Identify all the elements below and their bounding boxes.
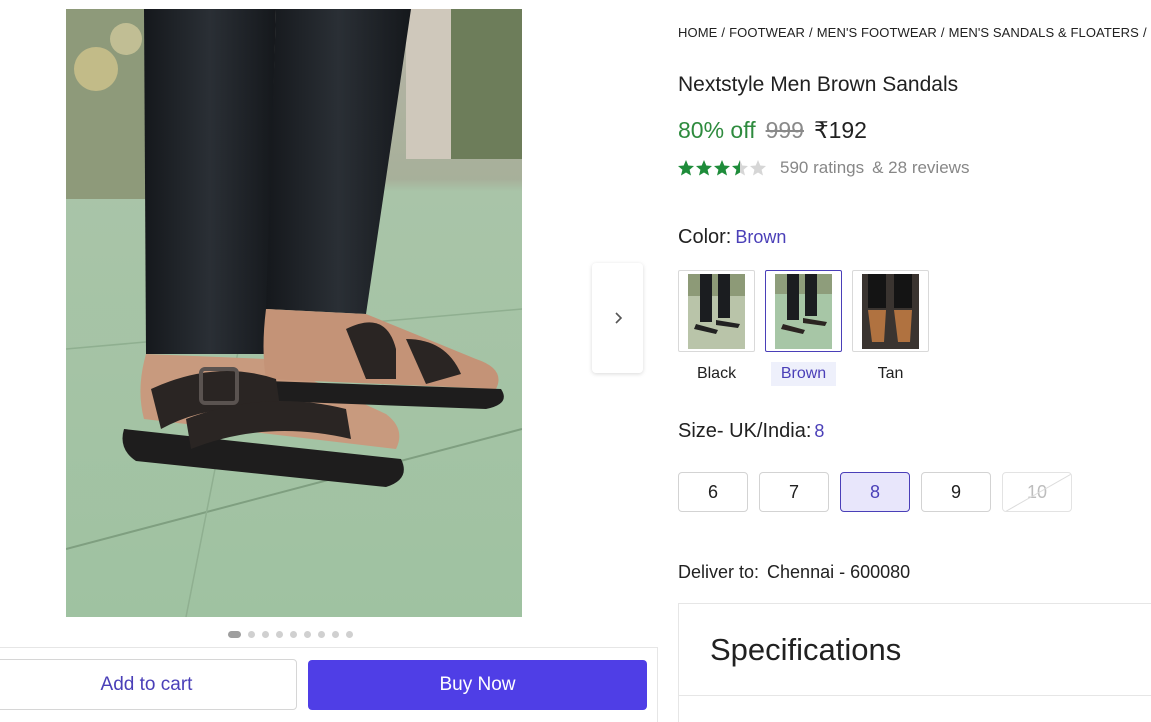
- product-title: Nextstyle Men Brown Sandals: [678, 73, 959, 96]
- color-option-label: Brown: [770, 362, 837, 386]
- selected-size: 8: [814, 421, 825, 441]
- color-option-label: Black: [696, 365, 737, 382]
- unavailable-strike: [1005, 473, 1071, 511]
- chevron-right-icon: [614, 312, 622, 324]
- color-thumbnail[interactable]: [678, 270, 755, 352]
- gallery-pagination: [228, 631, 353, 638]
- color-label-text: Color:: [678, 226, 732, 248]
- gallery-dot[interactable]: [290, 631, 297, 638]
- star-icon: [732, 160, 748, 176]
- star-icon: [750, 160, 766, 176]
- delivery-pincode: Chennai - 600080: [767, 562, 911, 582]
- buy-now-button[interactable]: Buy Now: [308, 660, 647, 710]
- size-label-text: Size- UK/India:: [678, 420, 812, 442]
- breadcrumb: HOME / FOOTWEAR / MEN'S FOOTWEAR / MEN'S SANDA…: [678, 25, 1151, 40]
- sandal-thumbnail-black: [688, 273, 745, 349]
- sandal-thumbnail-brown: [775, 273, 832, 349]
- star-rating: [677, 159, 767, 177]
- star-icon: [696, 160, 712, 176]
- color-selector-label: Color: Brown: [678, 226, 786, 249]
- color-swatches: Black Brown Tan: [678, 270, 929, 386]
- breadcrumb-item[interactable]: FOOTWEAR: [729, 25, 805, 40]
- gallery-dot[interactable]: [262, 631, 269, 638]
- product-photo[interactable]: [66, 9, 522, 617]
- gallery-dot[interactable]: [228, 631, 241, 638]
- color-option-brown[interactable]: Brown: [765, 270, 842, 386]
- breadcrumb-separator: /: [721, 25, 726, 40]
- breadcrumb-separator: /: [809, 25, 813, 40]
- color-option-tan[interactable]: Tan: [852, 270, 929, 386]
- size-option-6[interactable]: 6: [678, 472, 748, 512]
- specifications-title[interactable]: Specifications: [710, 632, 901, 668]
- next-image-button[interactable]: [592, 263, 643, 373]
- color-thumbnail[interactable]: [765, 270, 842, 352]
- breadcrumb-separator: /: [1142, 25, 1147, 40]
- delivery-location[interactable]: Deliver to: Chennai - 600080: [678, 562, 910, 583]
- add-to-cart-button[interactable]: Add to cart: [0, 659, 297, 710]
- size-option-10: 10: [1002, 472, 1072, 512]
- size-options: 6 7 8 9 10: [678, 472, 1072, 512]
- gallery-dot[interactable]: [248, 631, 255, 638]
- gallery-dot[interactable]: [332, 631, 339, 638]
- star-icon: [678, 160, 694, 176]
- reviews-count: & 28 reviews: [872, 158, 970, 177]
- sandal-thumbnail-tan: [862, 273, 919, 349]
- gallery-dot[interactable]: [276, 631, 283, 638]
- selling-price: ₹192: [813, 117, 867, 143]
- breadcrumb-item[interactable]: MEN'S FOOTWEAR: [817, 25, 937, 40]
- deliver-to-label: Deliver to:: [678, 562, 760, 582]
- breadcrumb-separator: /: [940, 25, 945, 40]
- original-price: 999: [765, 117, 804, 143]
- color-option-black[interactable]: Black: [678, 270, 755, 386]
- size-option-7[interactable]: 7: [759, 472, 829, 512]
- star-icon: [714, 160, 730, 176]
- rating-summary[interactable]: 590 ratings & 28 reviews: [677, 158, 969, 178]
- price-row: 80% off 999 ₹192: [678, 117, 867, 144]
- purchase-action-bar: Add to cart Buy Now: [0, 647, 658, 722]
- size-option-8[interactable]: 8: [840, 472, 910, 512]
- ratings-count: 590 ratings: [780, 158, 865, 177]
- gallery-dot[interactable]: [346, 631, 353, 638]
- breadcrumb-item[interactable]: MEN'S SANDALS & FLOATERS: [949, 25, 1139, 40]
- divider: [679, 695, 1151, 696]
- selected-color: Brown: [735, 227, 787, 247]
- specifications-section: Specifications: [678, 603, 1151, 722]
- discount-percentage: 80% off: [678, 117, 756, 143]
- product-image-gallery[interactable]: [66, 9, 522, 617]
- size-option-9[interactable]: 9: [921, 472, 991, 512]
- color-option-label: Tan: [877, 365, 904, 382]
- color-thumbnail[interactable]: [852, 270, 929, 352]
- gallery-dot[interactable]: [318, 631, 325, 638]
- gallery-dot[interactable]: [304, 631, 311, 638]
- size-selector-label: Size- UK/India: 8: [678, 420, 824, 443]
- breadcrumb-item[interactable]: HOME: [678, 25, 717, 40]
